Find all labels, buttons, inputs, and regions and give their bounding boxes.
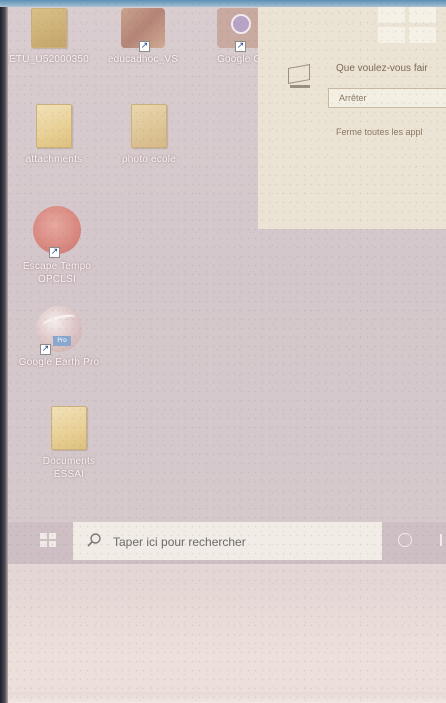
search-placeholder: Taper ici pour rechercher <box>113 535 246 549</box>
desktop-icon-documents-essai[interactable]: Documents ESSAI <box>28 406 110 481</box>
app-shortcut-icon: ↗ <box>121 8 165 52</box>
start-button[interactable] <box>40 533 60 551</box>
chrome-shortcut-icon: ↗ <box>217 8 261 52</box>
cortana-icon[interactable] <box>398 533 412 547</box>
desktop-icon-label: photo ecole <box>122 154 176 165</box>
screen-reflection <box>8 590 446 703</box>
game-shortcut-icon: ↗ <box>33 206 81 258</box>
desktop-icon-photo-ecole[interactable]: photo ecole <box>108 104 190 166</box>
desktop-icon-escape-tempo[interactable]: ↗ Escape Tempo OPCLSI <box>16 206 98 286</box>
shortcut-arrow-icon: ↗ <box>49 247 60 258</box>
desktop-icon-label: Documents <box>42 456 96 467</box>
folder-icon <box>131 104 167 148</box>
dialog-hint: Ferme toutes les appl <box>336 127 423 137</box>
windows-logo-icon <box>378 7 438 45</box>
desktop-icon-label: Escape Tempo <box>22 261 92 272</box>
folder-icon <box>36 104 72 148</box>
desktop-icon-label: attachments <box>25 154 83 165</box>
desktop-icon-etu[interactable]: ETU_U52000350 <box>8 8 90 66</box>
desktop-icon-label: Google Earth Pro <box>18 357 100 368</box>
monitor-bezel-left <box>0 0 8 703</box>
folder-icon <box>51 406 87 450</box>
shortcut-arrow-icon: ↗ <box>40 344 51 355</box>
dialog-question: Que voulez-vous fair <box>336 63 428 74</box>
monitor-bezel-top <box>0 0 446 7</box>
desktop-icon-google-earth[interactable]: ↗ Pro Google Earth Pro <box>18 306 100 369</box>
shortcut-arrow-icon: ↗ <box>139 41 150 52</box>
desktop-icon-educadhoc[interactable]: ↗ educadhoc_VS <box>102 8 184 66</box>
search-icon <box>87 533 101 547</box>
desktop-icon-label-line2: ESSAI <box>53 469 85 480</box>
monitor-photo: ETU_U52000350 ↗ educadhoc_VS ↗ Google C … <box>0 0 446 703</box>
task-view-icon[interactable] <box>440 534 446 546</box>
pro-badge: Pro <box>53 336 71 346</box>
shortcut-arrow-icon: ↗ <box>235 41 246 52</box>
folder-icon <box>31 8 67 48</box>
shutdown-option-select[interactable]: Arrêter <box>328 88 446 108</box>
desktop-icon-label: ETU_U52000350 <box>9 54 89 65</box>
desktop-icon-label: educadhoc_VS <box>107 54 179 65</box>
google-earth-icon: ↗ Pro <box>36 306 82 355</box>
desktop-icon-label-line2: OPCLSI <box>38 274 76 285</box>
selected-option: Arrêter <box>339 93 367 103</box>
computer-icon <box>286 64 312 90</box>
monitor-bottom-edge <box>8 692 446 703</box>
desktop-icon-attachments[interactable]: attachments <box>13 104 95 166</box>
